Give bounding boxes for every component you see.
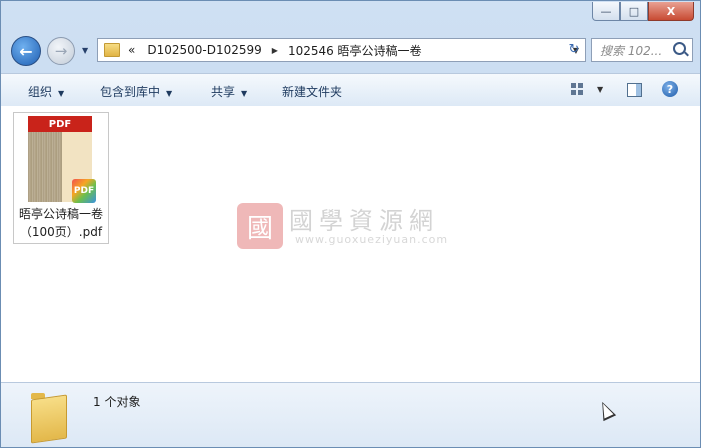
file-list-pane[interactable]: PDF PDF 晤亭公诗稿一卷 （100页）.pdf 國 國學資源網 www.g… <box>1 106 700 382</box>
recent-pages-dropdown[interactable]: ▼ <box>82 46 88 55</box>
folder-icon <box>31 391 71 444</box>
search-icon[interactable] <box>673 42 686 55</box>
chevron-down-icon: ▼ <box>241 89 248 98</box>
address-bar[interactable]: « D102500-D102599 ▶ 102546 晤亭公诗稿一卷 ▼ <box>97 38 586 62</box>
back-button[interactable]: ← <box>11 36 41 66</box>
folder-icon <box>104 43 120 57</box>
navigation-bar: ← → ▼ « D102500-D102599 ▶ 102546 晤亭公诗稿一卷… <box>1 34 700 68</box>
pdf-icon: PDF <box>72 179 96 203</box>
file-item-pdf[interactable]: PDF PDF 晤亭公诗稿一卷 （100页）.pdf <box>13 112 109 244</box>
search-box[interactable]: 搜索 102... <box>591 38 693 62</box>
mouse-cursor-icon <box>595 398 617 422</box>
breadcrumb-current[interactable]: 102546 晤亭公诗稿一卷 <box>288 42 422 59</box>
watermark-url: www.guoxueziyuan.com <box>295 233 449 246</box>
maximize-button[interactable]: □ <box>620 2 648 21</box>
scanned-text-texture <box>28 132 62 202</box>
details-pane: 1 个对象 <box>1 382 700 447</box>
file-name[interactable]: 晤亭公诗稿一卷 （100页）.pdf <box>14 205 108 241</box>
chevron-down-icon: ▼ <box>58 89 65 98</box>
preview-pane-icon[interactable] <box>627 83 642 97</box>
file-name-line2: （100页）.pdf <box>19 225 103 239</box>
watermark-logo: 國 國學資源網 www.guoxueziyuan.com <box>237 203 477 249</box>
organize-label: 组织 <box>28 85 53 99</box>
include-in-library-menu[interactable]: 包含到库中 ▼ <box>100 83 172 100</box>
breadcrumb-separator-icon[interactable]: ▶ <box>272 46 278 55</box>
include-in-library-label: 包含到库中 <box>100 85 161 99</box>
address-overflow-chevron[interactable]: « <box>128 43 135 57</box>
pdf-thumbnail: PDF PDF <box>28 116 96 203</box>
chevron-down-icon: ▼ <box>166 89 173 98</box>
help-icon[interactable]: ? <box>662 81 678 97</box>
new-folder-button[interactable]: 新建文件夹 <box>282 83 342 100</box>
view-options-icon[interactable] <box>571 83 583 95</box>
file-name-line1: 晤亭公诗稿一卷 <box>18 207 103 221</box>
title-bar: — □ X <box>1 1 700 31</box>
caption-buttons: — □ X <box>592 2 694 21</box>
explorer-window: — □ X ← → ▼ « D102500-D102599 ▶ 102546 晤… <box>0 0 701 448</box>
close-button[interactable]: X <box>648 2 694 21</box>
search-input[interactable]: 搜索 102... <box>600 42 670 59</box>
command-bar: 组织 ▼ 包含到库中 ▼ 共享 ▼ 新建文件夹 ▼ ? <box>1 73 700 107</box>
watermark-title: 國學資源網 <box>289 207 439 235</box>
forward-button[interactable]: → <box>47 37 75 65</box>
pdf-banner: PDF <box>28 116 92 132</box>
back-icon: ← <box>19 41 33 61</box>
item-count: 1 个对象 <box>93 395 141 409</box>
share-label: 共享 <box>211 85 236 99</box>
organize-menu[interactable]: 组织 ▼ <box>28 83 64 100</box>
view-options-dropdown[interactable]: ▼ <box>597 85 603 94</box>
refresh-button[interactable]: ↻ <box>561 38 587 60</box>
minimize-button[interactable]: — <box>592 2 620 21</box>
breadcrumb-parent[interactable]: D102500-D102599 <box>147 43 261 57</box>
forward-icon: → <box>54 42 68 60</box>
refresh-icon: ↻ <box>568 41 580 57</box>
share-menu[interactable]: 共享 ▼ <box>211 83 247 100</box>
watermark-seal: 國 <box>237 203 283 249</box>
